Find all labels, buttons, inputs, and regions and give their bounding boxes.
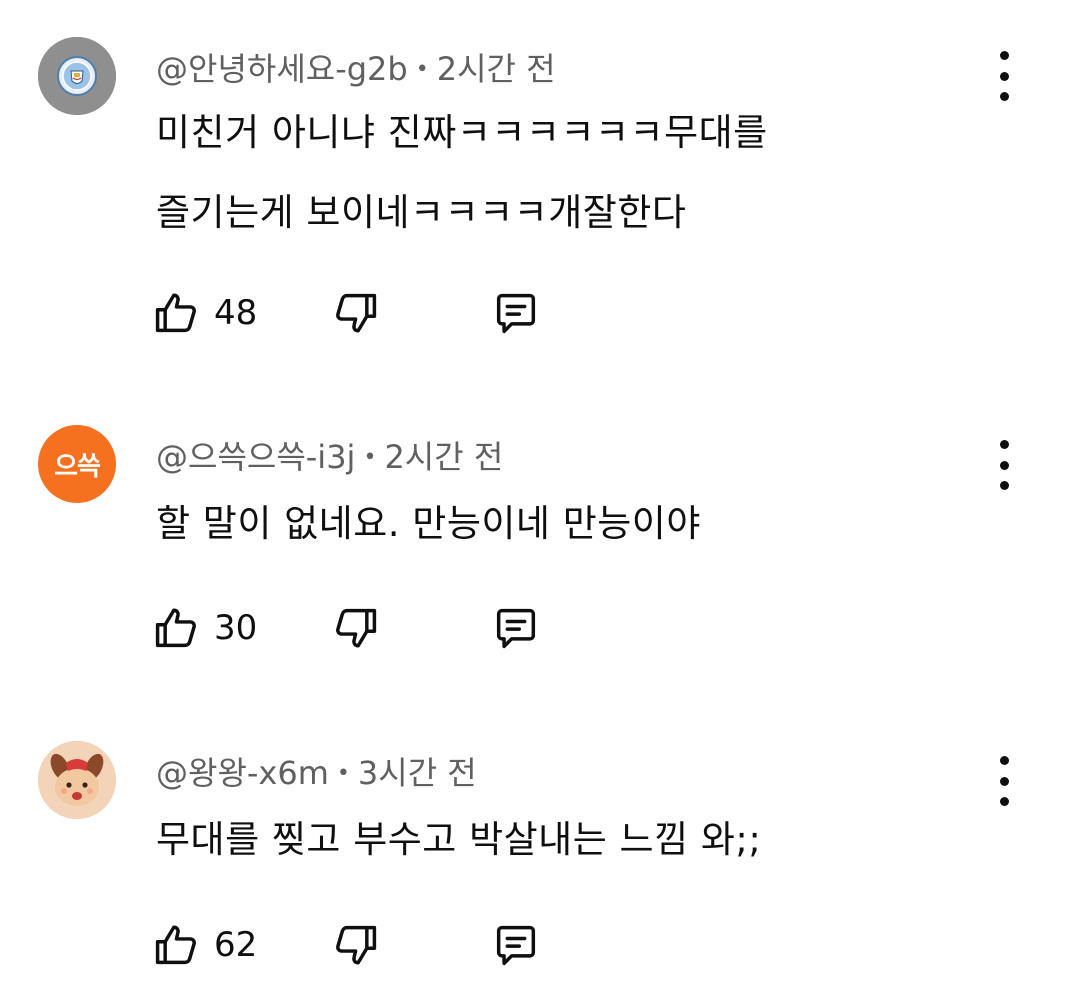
comment-time: 3시간 전	[357, 754, 477, 792]
comment-author[interactable]: @안녕하세요-g2b	[156, 50, 408, 88]
reply-button[interactable]	[490, 915, 542, 975]
comment-meta: @왕왕-x6m • 3시간 전	[156, 753, 477, 793]
club-crest-icon	[38, 37, 116, 115]
thumbs-down-icon	[336, 293, 377, 333]
more-options-icon[interactable]	[982, 440, 1026, 490]
reply-button[interactable]	[490, 598, 542, 658]
separator-dot: •	[415, 57, 429, 82]
more-options-icon[interactable]	[982, 756, 1026, 806]
avatar[interactable]	[38, 741, 116, 819]
dislike-button[interactable]	[330, 915, 382, 975]
reply-button[interactable]	[490, 283, 542, 343]
comment-meta: @안녕하세요-g2b • 2시간 전	[156, 49, 556, 89]
separator-dot: •	[336, 761, 350, 786]
comment-time: 2시간 전	[384, 438, 504, 476]
like-count: 30	[214, 608, 258, 648]
dislike-button[interactable]	[330, 283, 382, 343]
like-button[interactable]: 48	[150, 283, 257, 343]
dislike-button[interactable]	[330, 598, 382, 658]
comment-author[interactable]: @으쓱으쓱-i3j	[156, 438, 355, 476]
more-options-icon[interactable]	[982, 51, 1026, 101]
comment-text: 미친거 아니냐 진짜ㅋㅋㅋㅋㅋㅋ무대를 즐기는게 보이네ㅋㅋㅋㅋ개잘한다	[156, 111, 768, 234]
comment-text: 무대를 찢고 부수고 박살내는 느낌 와;;	[156, 818, 762, 861]
like-button[interactable]: 30	[150, 598, 257, 658]
comment-actions: 48	[150, 283, 570, 343]
avatar-initials: 으쓱	[54, 451, 101, 482]
thumbs-down-icon	[336, 925, 377, 965]
character-avatar-icon	[38, 741, 116, 819]
thumbs-down-icon	[336, 608, 377, 648]
thumbs-up-icon	[155, 925, 196, 965]
comment-text: 할 말이 없네요. 만능이네 만능이야	[156, 502, 701, 545]
thumbs-up-icon	[155, 293, 196, 333]
comment-actions: 62	[150, 915, 570, 975]
reply-comment-icon	[496, 608, 536, 649]
avatar[interactable]	[38, 37, 116, 115]
reply-comment-icon	[496, 925, 536, 966]
avatar[interactable]: 으쓱	[38, 425, 116, 503]
comment-time: 2시간 전	[436, 50, 556, 88]
separator-dot: •	[363, 445, 377, 470]
reply-comment-icon	[496, 293, 536, 334]
thumbs-up-icon	[155, 608, 196, 648]
like-button[interactable]: 62	[150, 915, 257, 975]
comment-actions: 30	[150, 598, 570, 658]
like-count: 48	[214, 293, 258, 333]
comment-meta: @으쓱으쓱-i3j • 2시간 전	[156, 437, 503, 477]
like-count: 62	[214, 925, 258, 965]
comment-author[interactable]: @왕왕-x6m	[156, 754, 329, 792]
